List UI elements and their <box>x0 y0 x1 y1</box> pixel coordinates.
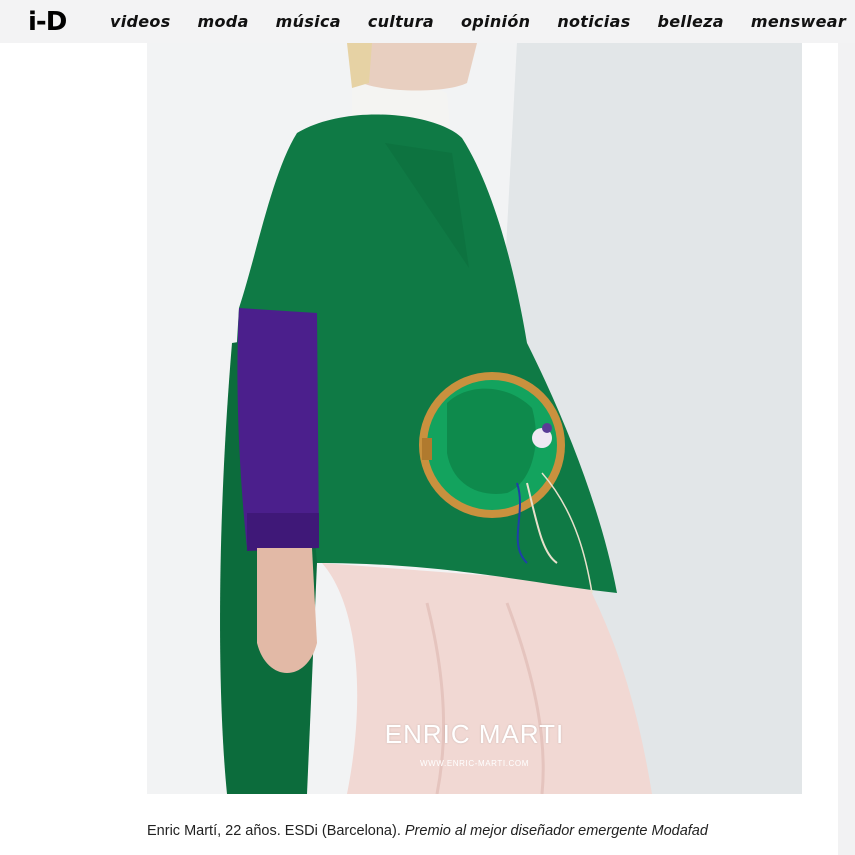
main-nav: videos moda música cultura opinión notic… <box>110 0 855 43</box>
article-page: i-D videos moda música cultura opinión n… <box>0 0 855 855</box>
fashion-photo-illustration <box>147 43 802 794</box>
caption-text: Enric Martí, 22 años. ESDi (Barcelona). <box>147 823 401 839</box>
nav-link-noticias[interactable]: noticias <box>557 12 630 31</box>
photo-caption: Enric Martí, 22 años. ESDi (Barcelona). … <box>147 823 827 839</box>
nav-link-musica[interactable]: música <box>276 12 341 31</box>
nav-link-videos[interactable]: videos <box>110 12 171 31</box>
caption-award: Premio al mejor diseñador emergente Moda… <box>404 823 708 839</box>
photo-url-watermark: WWW.ENRIC-MARTI.COM <box>419 759 530 768</box>
article-photo: ENRIC MARTI WWW.ENRIC-MARTI.COM <box>147 43 802 794</box>
right-gutter <box>838 43 855 855</box>
nav-link-cultura[interactable]: cultura <box>368 12 434 31</box>
site-logo[interactable]: i-D <box>28 7 67 37</box>
photo-brand-watermark: ENRIC MARTI <box>384 719 565 749</box>
nav-link-opinion[interactable]: opinión <box>461 12 530 31</box>
nav-link-belleza[interactable]: belleza <box>658 12 724 31</box>
nav-link-moda[interactable]: moda <box>198 12 249 31</box>
top-navbar: i-D videos moda música cultura opinión n… <box>0 0 855 43</box>
nav-link-menswear[interactable]: menswear <box>751 12 846 31</box>
